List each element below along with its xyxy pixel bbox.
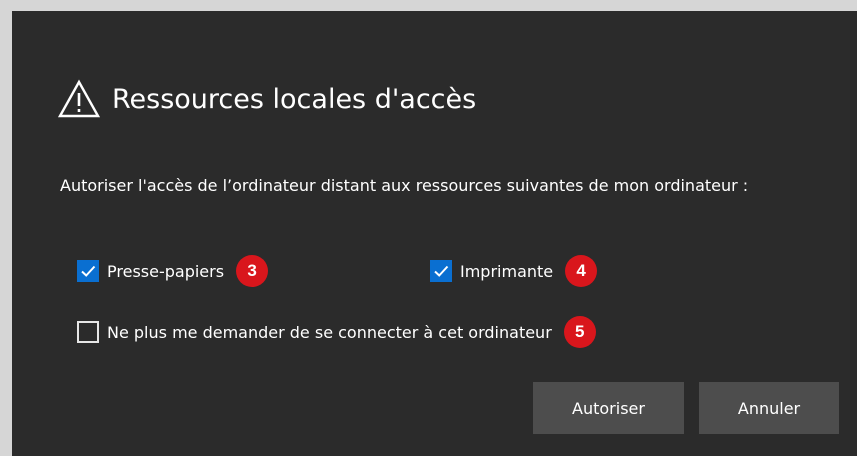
step-badge-3: 3 [236, 255, 269, 287]
allow-button[interactable]: Autoriser [533, 382, 684, 434]
printer-option[interactable]: Imprimante 4 [430, 255, 598, 287]
dont-ask-label[interactable]: Ne plus me demander de se connecter à ce… [107, 323, 552, 342]
printer-checkbox[interactable] [430, 260, 452, 282]
clipboard-label[interactable]: Presse-papiers [107, 262, 224, 281]
printer-label[interactable]: Imprimante [460, 262, 553, 281]
clipboard-option[interactable]: Presse-papiers 3 [77, 255, 269, 287]
dont-ask-option[interactable]: Ne plus me demander de se connecter à ce… [77, 316, 596, 348]
dialog-header: Ressources locales d'accès [57, 79, 477, 119]
dont-ask-checkbox[interactable] [77, 321, 99, 343]
cancel-button[interactable]: Annuler [699, 382, 839, 434]
step-badge-5: 5 [563, 316, 596, 348]
warning-triangle-icon [57, 79, 101, 119]
checkmark-icon [81, 265, 96, 277]
dialog-description: Autoriser l'accès de l’ordinateur distan… [60, 176, 749, 195]
dialog-title: Ressources locales d'accès [112, 83, 477, 115]
clipboard-checkbox[interactable] [77, 260, 99, 282]
access-resources-dialog: Ressources locales d'accès Autoriser l'a… [12, 11, 857, 456]
checkmark-icon [434, 265, 449, 277]
step-badge-4: 4 [565, 255, 598, 287]
